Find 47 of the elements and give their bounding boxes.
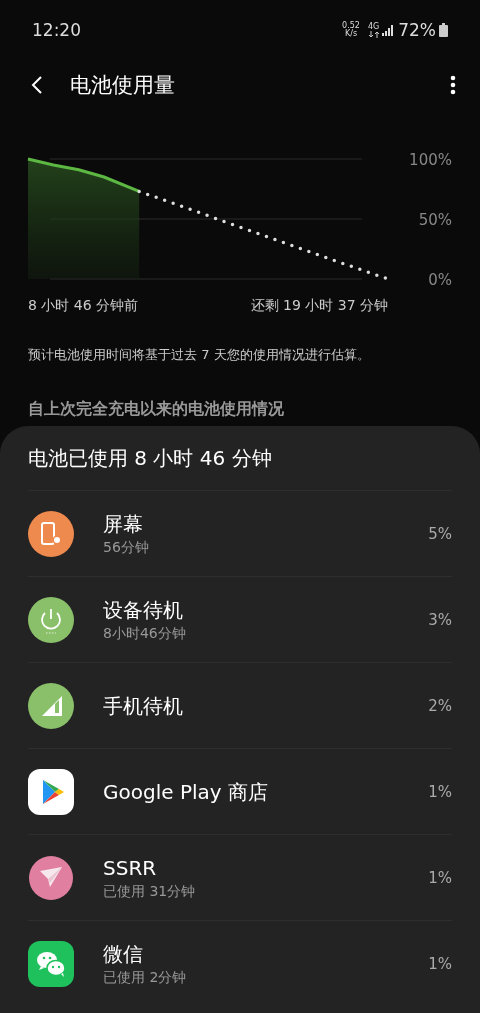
usage-list-item[interactable]: 屏幕 56分钟 5% <box>28 490 452 576</box>
phone-settings-icon <box>28 510 74 557</box>
section-title: 自上次完全充电以来的电池使用情况 <box>28 398 285 420</box>
axis-tick-label: 0% <box>428 271 452 289</box>
back-icon <box>30 74 44 96</box>
axis-tick-label: 100% <box>409 151 452 169</box>
usage-list-item[interactable]: 微信 已使用 2分钟 1% <box>28 920 452 1006</box>
app-name: 微信 <box>103 940 144 967</box>
power-icon <box>28 596 74 643</box>
usage-time: 已使用 2分钟 <box>103 967 188 987</box>
page-title: 电池使用量 <box>70 72 176 99</box>
signal-icon <box>382 24 396 36</box>
paper-plane-icon <box>28 854 74 901</box>
axis-tick-label: 50% <box>418 211 452 229</box>
time-remaining-label: 还剩 19 小时 37 分钟 <box>250 297 388 315</box>
usage-percent: 1% <box>428 782 452 801</box>
usage-list-item[interactable]: 手机待机 2% <box>28 662 452 748</box>
battery-percent: 72% <box>398 20 436 40</box>
usage-percent: 1% <box>428 868 452 887</box>
usage-percent: 1% <box>428 954 452 973</box>
time-ago-label: 8 小时 46 分钟前 <box>28 297 139 315</box>
chat-bubbles-icon <box>28 940 74 987</box>
more-icon <box>450 75 456 95</box>
app-name: Google Play 商店 <box>103 778 269 805</box>
net-speed-unit: K/s <box>344 30 358 38</box>
usage-list-item[interactable]: SSRR 已使用 31分钟 1% <box>28 834 452 920</box>
net-speed: 0.52 <box>342 22 360 30</box>
app-name: 设备待机 <box>103 596 184 623</box>
app-name: 屏幕 <box>103 510 144 537</box>
usage-list-item[interactable]: 设备待机 8小时46分钟 3% <box>28 576 452 662</box>
signal-icon <box>28 682 74 729</box>
play-store-icon <box>28 768 74 815</box>
network-type: 4G <box>367 22 380 31</box>
app-name: SSRR <box>103 854 158 881</box>
usage-time: 已使用 31分钟 <box>103 881 197 901</box>
usage-time: 56分钟 <box>103 537 150 557</box>
usage-percent: 2% <box>428 696 452 715</box>
usage-time: 8小时46分钟 <box>103 623 187 643</box>
estimate-note: 预计电池使用时间将基于过去 7 天您的使用情况进行估算。 <box>28 346 371 364</box>
usage-percent: 5% <box>428 524 452 543</box>
usage-summary: 电池已使用 8 小时 46 分钟 <box>28 445 273 472</box>
clock: 12:20 <box>32 20 82 40</box>
usage-list-item[interactable]: Google Play 商店 1% <box>28 748 452 834</box>
app-name: 手机待机 <box>103 692 184 719</box>
usage-percent: 3% <box>428 610 452 629</box>
data-arrows-icon <box>368 30 379 38</box>
battery-icon <box>439 23 448 37</box>
